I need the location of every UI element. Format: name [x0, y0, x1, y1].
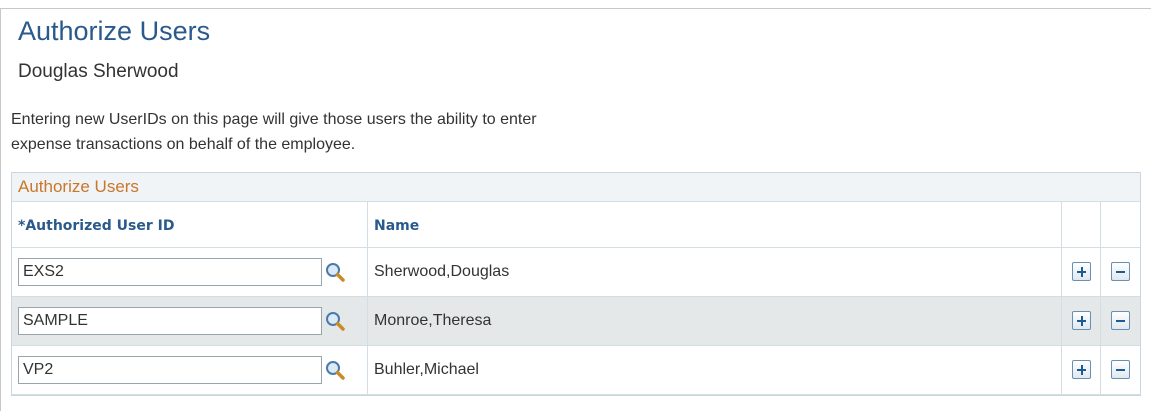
header-user-id[interactable]: *Authorized User ID: [12, 202, 368, 247]
delete-cell: [1101, 248, 1140, 296]
magnifier-icon[interactable]: [324, 359, 346, 381]
user-id-input[interactable]: [18, 307, 322, 335]
user-id-cell: [12, 248, 368, 296]
header-name[interactable]: Name: [368, 202, 1062, 247]
delete-cell: [1101, 346, 1140, 394]
add-row-button[interactable]: [1072, 360, 1091, 379]
user-name: Sherwood,Douglas: [374, 263, 510, 280]
add-row-button[interactable]: [1072, 262, 1091, 281]
instructions: Entering new UserIDs on this page will g…: [11, 107, 731, 157]
name-cell: Monroe,Theresa: [368, 297, 1062, 345]
grid-title: Authorize Users: [18, 177, 139, 196]
user-id-input[interactable]: [18, 258, 322, 286]
add-cell: [1062, 248, 1101, 296]
user-id-cell: [12, 346, 368, 394]
add-row-button[interactable]: [1072, 311, 1091, 330]
header-user-id-label: *Authorized User ID: [18, 218, 175, 234]
add-cell: [1062, 346, 1101, 394]
user-name: Buhler,Michael: [374, 361, 479, 378]
name-cell: Sherwood,Douglas: [368, 248, 1062, 296]
name-cell: Buhler,Michael: [368, 346, 1062, 394]
table-row: Buhler,Michael: [12, 346, 1140, 395]
user-id-cell: [12, 297, 368, 345]
page-left-border: [0, 8, 1, 411]
table-row: Sherwood,Douglas: [12, 248, 1140, 297]
delete-row-button[interactable]: [1111, 311, 1130, 330]
instructions-line-1: Entering new UserIDs on this page will g…: [11, 111, 537, 128]
user-id-input[interactable]: [18, 356, 322, 384]
add-cell: [1062, 297, 1101, 345]
authorize-users-grid: Authorize Users *Authorized User ID Name…: [11, 172, 1141, 396]
grid-title-bar: Authorize Users: [12, 173, 1140, 202]
delete-cell: [1101, 297, 1140, 345]
employee-name: Douglas Sherwood: [18, 61, 179, 82]
table-row: Monroe,Theresa: [12, 297, 1140, 346]
instructions-line-2: expense transactions on behalf of the em…: [11, 136, 356, 153]
grid-header: *Authorized User ID Name: [12, 202, 1140, 248]
magnifier-icon[interactable]: [324, 310, 346, 332]
user-name: Monroe,Theresa: [374, 312, 492, 329]
delete-row-button[interactable]: [1111, 262, 1130, 281]
delete-row-button[interactable]: [1111, 360, 1130, 379]
header-name-label: Name: [374, 218, 420, 234]
page-top-border: [0, 8, 1151, 9]
magnifier-icon[interactable]: [324, 261, 346, 283]
header-delete-column: [1101, 202, 1140, 247]
header-add-column: [1062, 202, 1101, 247]
page-title: Authorize Users: [18, 16, 211, 46]
